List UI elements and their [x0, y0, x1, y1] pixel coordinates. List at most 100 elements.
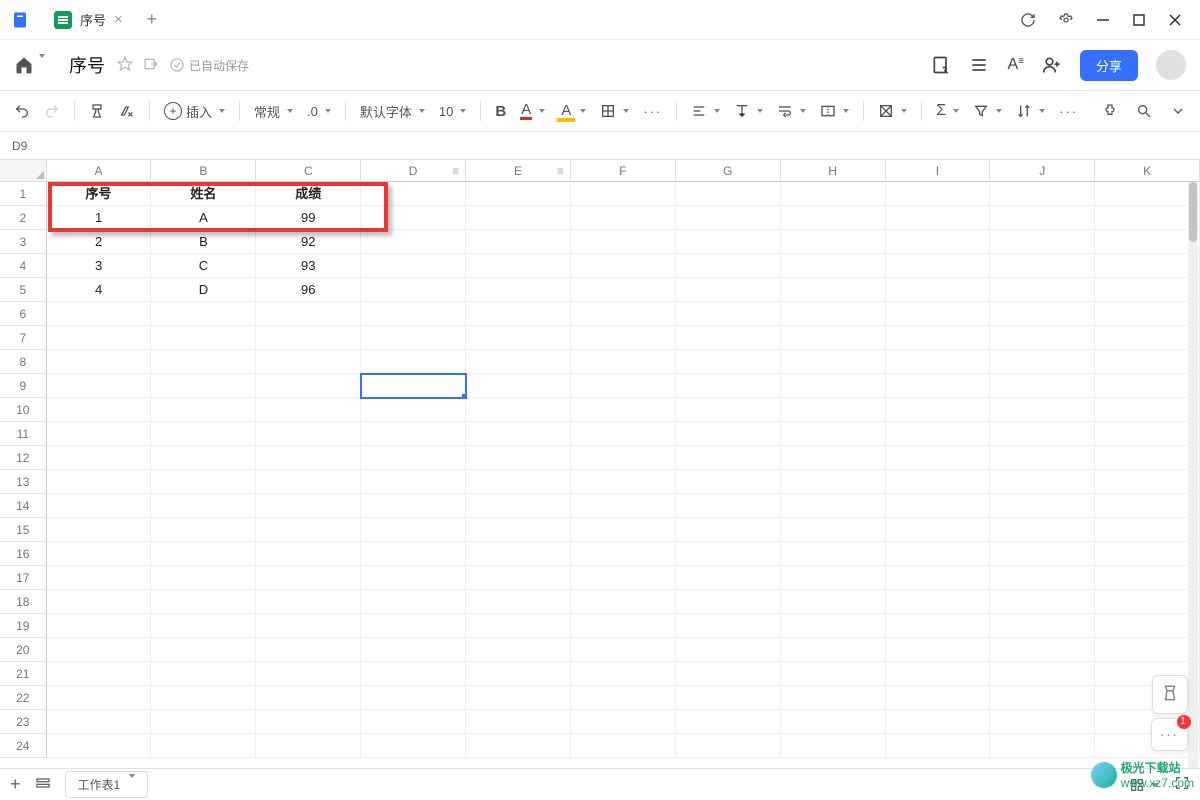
- cell[interactable]: [990, 350, 1095, 374]
- cell[interactable]: [886, 638, 991, 662]
- cell[interactable]: [256, 422, 361, 446]
- cell[interactable]: [151, 734, 256, 758]
- freeze-button[interactable]: [878, 103, 907, 119]
- cell[interactable]: [676, 230, 781, 254]
- cell[interactable]: [466, 686, 571, 710]
- cell[interactable]: [886, 662, 991, 686]
- cell[interactable]: [781, 518, 886, 542]
- cell[interactable]: 成绩: [256, 182, 361, 206]
- cell[interactable]: [676, 734, 781, 758]
- cell[interactable]: [781, 206, 886, 230]
- cell[interactable]: [466, 350, 571, 374]
- cell[interactable]: [990, 542, 1095, 566]
- cell[interactable]: 1: [47, 206, 152, 230]
- cell[interactable]: [990, 446, 1095, 470]
- row-header[interactable]: 14: [0, 494, 47, 518]
- redo-button[interactable]: [44, 103, 60, 119]
- cell[interactable]: [1095, 422, 1200, 446]
- cell[interactable]: [886, 686, 991, 710]
- cell[interactable]: [571, 518, 676, 542]
- row-header[interactable]: 13: [0, 470, 47, 494]
- cell[interactable]: [361, 638, 466, 662]
- cell[interactable]: [990, 374, 1095, 398]
- cell[interactable]: [361, 206, 466, 230]
- cell[interactable]: [990, 614, 1095, 638]
- cell[interactable]: [466, 566, 571, 590]
- column-header[interactable]: A: [47, 160, 152, 182]
- cell[interactable]: [990, 278, 1095, 302]
- cell[interactable]: [990, 710, 1095, 734]
- cell[interactable]: [361, 566, 466, 590]
- cell[interactable]: [886, 518, 991, 542]
- cell[interactable]: [151, 302, 256, 326]
- font-select[interactable]: 默认字体: [360, 102, 425, 121]
- cell[interactable]: [990, 566, 1095, 590]
- cell[interactable]: [781, 278, 886, 302]
- cell[interactable]: [256, 470, 361, 494]
- cell[interactable]: [47, 398, 152, 422]
- row-header[interactable]: 9: [0, 374, 47, 398]
- cell[interactable]: [47, 494, 152, 518]
- cell[interactable]: [47, 542, 152, 566]
- cell[interactable]: [256, 710, 361, 734]
- cell[interactable]: [466, 422, 571, 446]
- cell[interactable]: [781, 710, 886, 734]
- cell[interactable]: [361, 374, 466, 398]
- vertical-scrollbar[interactable]: [1188, 182, 1198, 768]
- cell[interactable]: [361, 662, 466, 686]
- cell[interactable]: [256, 638, 361, 662]
- cell[interactable]: [781, 638, 886, 662]
- row-header[interactable]: 2: [0, 206, 47, 230]
- cell[interactable]: [990, 398, 1095, 422]
- move-icon[interactable]: [143, 56, 159, 75]
- cell[interactable]: [886, 614, 991, 638]
- column-header[interactable]: K: [1095, 160, 1200, 182]
- cell[interactable]: [571, 398, 676, 422]
- cell[interactable]: [781, 542, 886, 566]
- cell[interactable]: [47, 638, 152, 662]
- cell[interactable]: [1095, 326, 1200, 350]
- cell[interactable]: [571, 254, 676, 278]
- filter-button[interactable]: [973, 103, 1002, 119]
- cell[interactable]: D: [151, 278, 256, 302]
- cell[interactable]: [886, 278, 991, 302]
- cell[interactable]: [676, 206, 781, 230]
- font-color-button[interactable]: A: [520, 103, 545, 120]
- cell[interactable]: [676, 326, 781, 350]
- cell[interactable]: [361, 710, 466, 734]
- cell[interactable]: [256, 494, 361, 518]
- cell[interactable]: [256, 374, 361, 398]
- cell[interactable]: [676, 398, 781, 422]
- cell[interactable]: [361, 254, 466, 278]
- cell[interactable]: [1095, 470, 1200, 494]
- decimal-button[interactable]: .0: [307, 104, 331, 119]
- cell[interactable]: [47, 662, 152, 686]
- cell[interactable]: [361, 398, 466, 422]
- new-tab-button[interactable]: +: [137, 9, 167, 30]
- cell[interactable]: [676, 182, 781, 206]
- cell[interactable]: [990, 254, 1095, 278]
- edit-mode-icon[interactable]: [931, 55, 951, 75]
- cell[interactable]: [990, 590, 1095, 614]
- cell[interactable]: [571, 734, 676, 758]
- cell[interactable]: [151, 638, 256, 662]
- cell[interactable]: [990, 734, 1095, 758]
- cell[interactable]: [781, 398, 886, 422]
- cell[interactable]: [47, 350, 152, 374]
- row-header[interactable]: 22: [0, 686, 47, 710]
- cell[interactable]: [151, 326, 256, 350]
- cell[interactable]: [47, 614, 152, 638]
- cell[interactable]: [571, 638, 676, 662]
- cell[interactable]: [781, 614, 886, 638]
- row-header[interactable]: 17: [0, 566, 47, 590]
- cell[interactable]: [990, 422, 1095, 446]
- cell[interactable]: [676, 542, 781, 566]
- cell[interactable]: [781, 566, 886, 590]
- row-header[interactable]: 10: [0, 398, 47, 422]
- h-align-button[interactable]: [691, 103, 720, 119]
- cell[interactable]: [571, 278, 676, 302]
- cell[interactable]: [990, 494, 1095, 518]
- cell[interactable]: [466, 494, 571, 518]
- cell[interactable]: [1095, 590, 1200, 614]
- row-header[interactable]: 4: [0, 254, 47, 278]
